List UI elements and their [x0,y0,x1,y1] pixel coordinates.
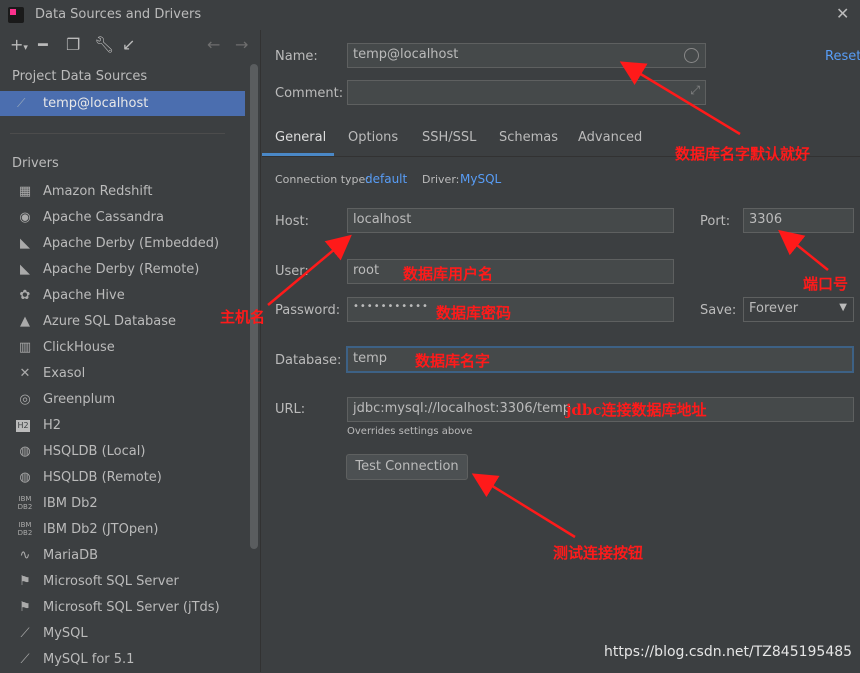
driver-item[interactable]: ◎ Greenplum [0,387,245,413]
remove-icon[interactable]: ━ [38,35,48,54]
mysql-icon: ⟋ [20,652,30,667]
tab-schemas[interactable]: Schemas [499,130,558,145]
driver-item[interactable]: H2 H2 [0,413,245,439]
derby-icon: ◣ [20,236,30,251]
database-label: Database: [275,353,342,368]
divider [10,133,225,134]
name-label: Name: [275,49,318,64]
driver-item[interactable]: ∿ MariaDB [0,543,245,569]
sql-server-icon: ⚑ [19,600,31,615]
sidebar: +▾ ━ ❐ 🔧︎ ↙ ← → Project Data Sources ⟋ t… [0,30,260,672]
driver-item[interactable]: ◣ Apache Derby (Embedded) [0,231,245,257]
exasol-icon: ✕ [19,366,31,381]
ibm-db2-icon: IBM DB2 [17,521,33,537]
mariadb-icon: ∿ [19,548,31,563]
driver-item[interactable]: IBM DB2 IBM Db2 (JTOpen) [0,517,245,543]
user-field[interactable]: root [347,259,674,284]
driver-item[interactable]: ◉ Apache Cassandra [0,205,245,231]
driver-item[interactable]: ▦ Amazon Redshift [0,179,245,205]
driver-item[interactable]: ▲ Azure SQL Database [0,309,245,335]
hive-icon: ✿ [19,288,31,303]
url-hint: Overrides settings above [347,426,473,437]
expand-icon[interactable]: ⤢ [690,83,700,98]
redshift-icon: ▦ [18,184,32,199]
comment-field[interactable]: ⤢ [347,80,706,105]
driver-item[interactable]: ⚑ Microsoft SQL Server [0,569,245,595]
chevron-down-icon: ▼ [839,302,847,313]
annotation-database: 数据库名字 [415,352,491,370]
driver-item[interactable]: ◍ HSQLDB (Remote) [0,465,245,491]
annotation-password: 数据库密码 [436,304,512,322]
annotation-port: 端口号 [803,275,849,293]
mysql-datasource-icon: ⟋ [17,96,26,110]
url-label: URL: [275,402,306,417]
driver-item[interactable]: ◣ Apache Derby (Remote) [0,257,245,283]
close-icon[interactable]: ✕ [836,4,849,23]
driver-item[interactable]: IBM DB2 IBM Db2 [0,491,245,517]
azure-icon: ▲ [20,314,30,329]
save-label: Save: [700,303,737,318]
port-label: Port: [700,214,731,229]
title-bar: Data Sources and Drivers ✕ [0,0,860,30]
host-label: Host: [275,214,309,229]
test-connection-button[interactable]: Test Connection [346,454,468,480]
color-circle-icon[interactable] [684,48,699,63]
driver-link[interactable]: MySQL [460,172,501,186]
back-arrow-icon[interactable]: ← [207,35,220,54]
annotation-user: 数据库用户名 [403,265,494,283]
driver-item[interactable]: ⚑ Microsoft SQL Server (jTds) [0,595,245,621]
driver-item[interactable]: ⟋ MySQL [0,621,245,647]
project-data-sources-header: Project Data Sources [12,69,148,84]
cassandra-icon: ◉ [19,210,31,225]
ibm-db2-icon: IBM DB2 [17,495,33,511]
annotation-host: 主机名 [220,308,266,326]
name-field[interactable]: temp@localhost [347,43,706,68]
host-field[interactable]: localhost [347,208,674,233]
port-field[interactable]: 3306 [743,208,854,233]
drivers-header: Drivers [12,156,59,171]
h2-icon: H2 [16,420,30,432]
hsqldb-icon: ◍ [19,470,31,485]
sql-server-icon: ⚑ [19,574,31,589]
derby-icon: ◣ [20,262,30,277]
watermark: https://blog.csdn.net/TZ845195485 [604,644,853,660]
forward-arrow-icon[interactable]: → [235,35,248,54]
comment-label: Comment: [275,86,344,101]
tab-general[interactable]: General [275,130,326,145]
driver-item[interactable]: ⟋ MySQL for 5.1 [0,647,245,673]
add-icon[interactable]: +▾ [10,35,28,54]
password-label: Password: [275,303,341,318]
user-label: User: [275,264,309,279]
window-title: Data Sources and Drivers [35,7,202,22]
wrench-icon[interactable]: 🔧︎ [94,35,114,54]
annotation-url: jdbc连接数据库地址 [566,401,707,419]
driver-item[interactable]: ✕ Exasol [0,361,245,387]
panel-divider [260,30,261,672]
connection-type-link[interactable]: default [365,172,407,186]
hsqldb-icon: ◍ [19,444,31,459]
driver-item[interactable]: ◍ HSQLDB (Local) [0,439,245,465]
tab-options[interactable]: Options [348,130,398,145]
driver-label: Driver: [422,173,460,186]
driver-item[interactable]: ▥ ClickHouse [0,335,245,361]
tab-advanced[interactable]: Advanced [578,130,642,145]
save-select[interactable]: Forever ▼ [743,297,854,322]
greenplum-icon: ◎ [19,392,31,407]
driver-item[interactable]: ✿ Apache Hive [0,283,245,309]
connection-type-label: Connection type: [275,173,370,186]
duplicate-icon[interactable]: ❐ [66,35,80,54]
annotation-db-name-default: 数据库名字默认就好 [675,145,811,163]
annotation-test: 测试连接按钮 [553,544,644,562]
reset-link[interactable]: Reset [825,49,860,64]
mysql-icon: ⟋ [20,626,30,641]
intellij-logo-icon [8,7,24,23]
navigate-icon[interactable]: ↙ [122,35,135,54]
tab-ssh-ssl[interactable]: SSH/SSL [422,130,476,145]
clickhouse-icon: ▥ [18,340,32,355]
data-source-label: temp@localhost [43,96,149,111]
